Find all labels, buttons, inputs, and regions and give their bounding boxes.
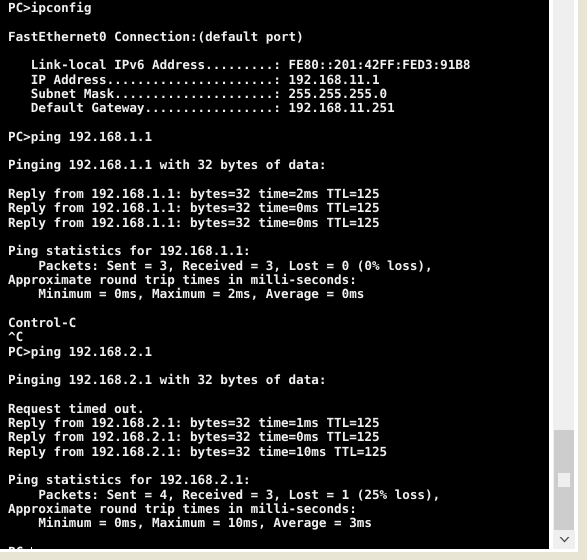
command-prompt-window: PC>ipconfig FastEthernet0 Connection:(de…: [0, 0, 587, 560]
console-text: PC>ipconfig FastEthernet0 Connection:(de…: [8, 0, 471, 549]
text-cursor: [31, 547, 33, 549]
window-frame: PC>ipconfig FastEthernet0 Connection:(de…: [0, 0, 578, 552]
window-bottom-strip: [0, 552, 587, 560]
scrollbar-thumb[interactable]: [554, 430, 574, 530]
scrollbar-thumb-grip: [558, 473, 570, 487]
console-output-area[interactable]: PC>ipconfig FastEthernet0 Connection:(de…: [0, 0, 549, 549]
scroll-down-button[interactable]: [553, 530, 575, 549]
vertical-scrollbar[interactable]: [552, 0, 575, 549]
chevron-down-icon: [559, 536, 569, 542]
